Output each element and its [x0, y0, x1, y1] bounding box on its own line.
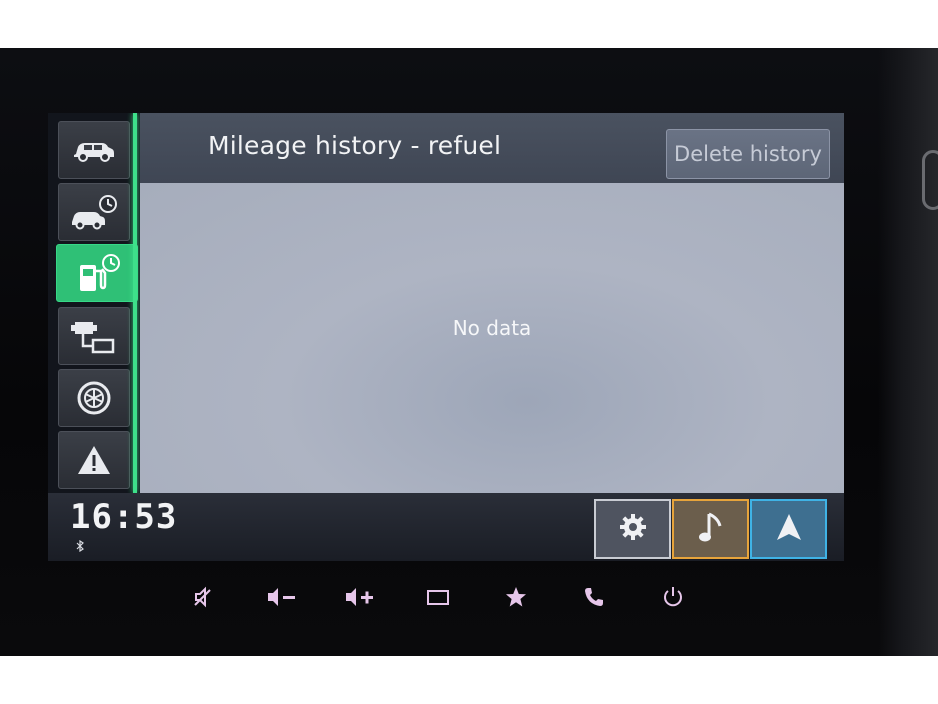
infotainment-screen: Mileage history - refuel Delete history … — [48, 113, 844, 561]
phone-icon — [583, 586, 605, 614]
screen-icon — [426, 588, 450, 613]
sidebar-item-tires[interactable] — [58, 369, 130, 427]
history-content-area: No data — [140, 183, 844, 495]
power-icon — [661, 585, 685, 615]
rotary-knob[interactable] — [922, 150, 938, 210]
navigation-quick-button[interactable] — [750, 499, 827, 559]
media-quick-button[interactable] — [672, 499, 749, 559]
page-header: Mileage history - refuel Delete history — [140, 113, 844, 183]
clock: 16:53 — [70, 497, 178, 537]
tire-icon — [76, 380, 112, 416]
car-history-icon — [70, 192, 118, 232]
power-button[interactable] — [653, 582, 693, 618]
delete-history-button[interactable]: Delete history — [666, 129, 830, 179]
navigation-arrow-icon — [775, 512, 803, 546]
music-note-icon — [698, 510, 724, 548]
phone-button[interactable] — [574, 582, 614, 618]
engine-transfer-icon — [69, 316, 119, 356]
page-title: Mileage history - refuel — [208, 131, 502, 160]
fuel-history-icon — [72, 251, 122, 295]
active-section-rail — [133, 113, 137, 493]
sidebar-item-fuel-history[interactable] — [56, 244, 138, 302]
volume-down-button[interactable] — [262, 582, 302, 618]
sidebar-item-engine[interactable] — [58, 307, 130, 365]
volume-down-icon — [265, 586, 299, 614]
bluetooth-icon — [76, 539, 84, 555]
volume-up-icon — [343, 586, 377, 614]
empty-state-message: No data — [452, 316, 532, 340]
star-icon — [504, 585, 528, 615]
sidebar — [48, 113, 140, 493]
warning-icon — [76, 444, 112, 476]
car-icon — [72, 137, 116, 163]
mute-button[interactable] — [183, 582, 223, 618]
volume-up-button[interactable] — [340, 582, 380, 618]
sidebar-item-warnings[interactable] — [58, 431, 130, 489]
sidebar-item-vehicle-history[interactable] — [58, 183, 130, 241]
favorite-button[interactable] — [496, 582, 536, 618]
screen-button[interactable] — [418, 582, 458, 618]
settings-quick-button[interactable] — [594, 499, 671, 559]
sidebar-item-vehicle[interactable] — [58, 121, 130, 179]
gear-icon — [618, 512, 648, 546]
bezel-edge — [878, 48, 938, 656]
mute-icon — [192, 586, 214, 614]
